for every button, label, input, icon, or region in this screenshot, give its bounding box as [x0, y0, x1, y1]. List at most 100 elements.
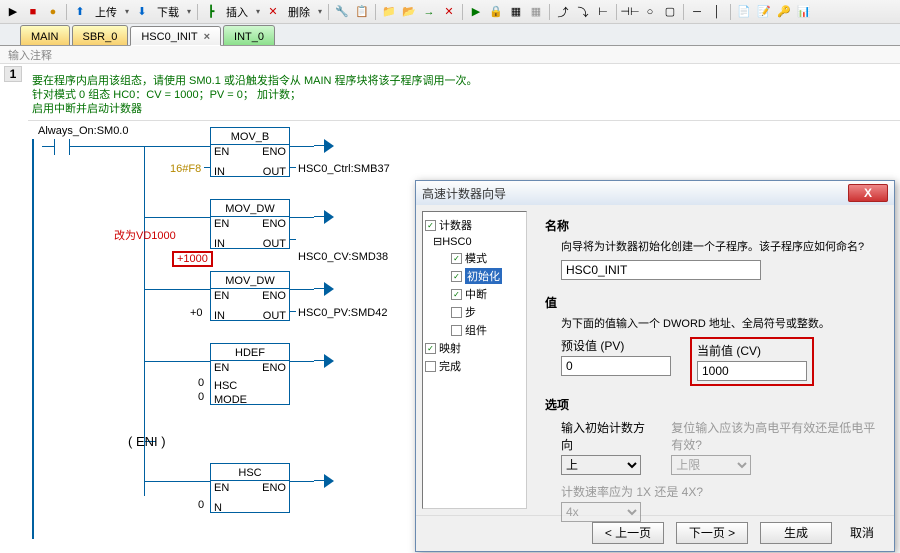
tree-interrupt[interactable]: 中断: [425, 285, 524, 303]
upload-label[interactable]: 上传: [91, 4, 121, 20]
delete-icon[interactable]: ✕: [264, 3, 282, 21]
chip-icon[interactable]: ▦: [507, 3, 525, 21]
delete-dropdown[interactable]: ▾: [316, 4, 324, 20]
folder-icon[interactable]: 📁: [380, 3, 398, 21]
hsc-n-val: 0: [198, 499, 204, 511]
tool-icon-2[interactable]: 📋: [353, 3, 371, 21]
eno-term-5: [314, 474, 328, 488]
eno-term-1: [314, 139, 328, 153]
folder2-icon[interactable]: 📂: [400, 3, 418, 21]
dialog-close-button[interactable]: X: [848, 184, 888, 202]
wizard-tree: 计数器 ⊟ HSC0 模式 初始化 中断 步 组件 映射 完成: [422, 211, 527, 509]
view2-icon[interactable]: 📝: [755, 3, 773, 21]
upload-dropdown[interactable]: ▾: [123, 4, 131, 20]
tree-step[interactable]: 步: [425, 303, 524, 321]
mov-dw2-in-val: +0: [190, 307, 203, 319]
tab-sbr0[interactable]: SBR_0: [72, 25, 129, 45]
chip2-icon[interactable]: ▦: [527, 3, 545, 21]
mov-dw1-out-val: HSC0_CV:SMD38: [298, 251, 388, 263]
reset-label: 复位输入应该为高电平有效还是低电平有效?: [671, 419, 882, 453]
hdef-hsc-val: 0: [198, 377, 204, 389]
options-heading: 选项: [545, 396, 882, 413]
net-down-icon[interactable]: ⤵: [574, 3, 592, 21]
name-desc: 向导将为计数器初始化创建一个子程序。该子程序应如何命名?: [561, 238, 882, 254]
cv-input[interactable]: [697, 361, 807, 381]
reset-select: 上限: [671, 455, 751, 475]
generate-button[interactable]: 生成: [760, 522, 832, 544]
box-icon[interactable]: ▢: [661, 3, 679, 21]
tree-mapping[interactable]: 映射: [425, 339, 524, 357]
mov-b-out-val: HSC0_Ctrl:SMB37: [298, 163, 390, 175]
tab-hsc0-init[interactable]: HSC0_INIT×: [130, 26, 221, 46]
tab-close-icon[interactable]: ×: [204, 31, 210, 43]
eno-term-2: [314, 210, 328, 224]
branch-icon[interactable]: ⊢: [594, 3, 612, 21]
prev-button[interactable]: < 上一页: [592, 522, 664, 544]
hsc-wizard-dialog: 高速计数器向导 X 计数器 ⊟ HSC0 模式 初始化 中断 步 组件 映射 完…: [415, 180, 895, 552]
value-heading: 值: [545, 294, 882, 311]
eno-term-4: [314, 354, 328, 368]
delete-label[interactable]: 删除: [284, 4, 314, 20]
contact-always-on[interactable]: [42, 139, 82, 155]
wizard-form: 名称 向导将为计数器初始化创建一个子程序。该子程序应如何命名? 值 为下面的值输…: [533, 205, 894, 515]
cancel-button[interactable]: 取消: [844, 524, 880, 541]
name-input[interactable]: [561, 260, 761, 280]
wire-h-icon[interactable]: ─: [688, 3, 706, 21]
play-icon[interactable]: ▶: [467, 3, 485, 21]
net-up-icon[interactable]: ⤴: [554, 3, 572, 21]
contact-icon[interactable]: ⊣⊢: [621, 3, 639, 21]
tab-main[interactable]: MAIN: [20, 25, 70, 45]
undo-icon[interactable]: ✕: [440, 3, 458, 21]
mov-dw1-in-val: +1000: [172, 251, 213, 267]
coil-eni[interactable]: ( ENI ): [128, 434, 166, 449]
view3-icon[interactable]: 🔑: [775, 3, 793, 21]
pv-input[interactable]: [561, 356, 671, 376]
tab-int0[interactable]: INT_0: [223, 25, 275, 45]
tree-done[interactable]: 完成: [425, 357, 524, 375]
download-dropdown[interactable]: ▾: [185, 4, 193, 20]
comment-row[interactable]: 输入注释: [0, 46, 900, 64]
box-mov-dw2[interactable]: MOV_DW EN ENO IN OUT: [210, 271, 290, 321]
dir-label: 输入初始计数方向: [561, 419, 647, 453]
box-mov-dw1[interactable]: MOV_DW EN ENO IN OUT: [210, 199, 290, 249]
network-header: 要在程序内启用该组态，请使用 SM0.1 或沿触发指令从 MAIN 程序块将该子…: [28, 70, 900, 121]
dir-select[interactable]: 上: [561, 455, 641, 475]
run-icon[interactable]: ▶: [4, 3, 22, 21]
pv-label: 预设值 (PV): [561, 337, 671, 354]
insert-dropdown[interactable]: ▾: [254, 4, 262, 20]
download-label[interactable]: 下载: [153, 4, 183, 20]
lock-icon[interactable]: 🔒: [487, 3, 505, 21]
value-desc: 为下面的值输入一个 DWORD 地址、全局符号或整数。: [561, 315, 882, 331]
download-icon[interactable]: ⬇: [133, 3, 151, 21]
coil-icon[interactable]: ○: [641, 3, 659, 21]
stop-icon[interactable]: ■: [24, 3, 42, 21]
tree-counter[interactable]: 计数器: [425, 216, 524, 234]
view1-icon[interactable]: 📄: [735, 3, 753, 21]
next-button[interactable]: 下一页 >: [676, 522, 748, 544]
upload-icon[interactable]: ⬆: [71, 3, 89, 21]
contact-label: Always_On:SM0.0: [38, 125, 128, 137]
box-hsc[interactable]: HSC EN ENO N: [210, 463, 290, 513]
tree-hsc0[interactable]: ⊟ HSC0: [425, 234, 524, 249]
box-mov-b[interactable]: MOV_B EN ENO IN OUT: [210, 127, 290, 177]
view4-icon[interactable]: 📊: [795, 3, 813, 21]
insert-icon[interactable]: ┣: [202, 3, 220, 21]
wire-v-icon[interactable]: │: [708, 3, 726, 21]
tree-component[interactable]: 组件: [425, 321, 524, 339]
box-hdef[interactable]: HDEF EN ENO HSC MODE: [210, 343, 290, 405]
insert-label[interactable]: 插入: [222, 4, 252, 20]
cv-label: 当前值 (CV): [697, 342, 807, 359]
mov-dw1-annotation: 改为VD1000: [114, 227, 176, 243]
eno-term-3: [314, 282, 328, 296]
dialog-titlebar[interactable]: 高速计数器向导 X: [416, 181, 894, 205]
mov-dw2-out-val: HSC0_PV:SMD42: [298, 307, 387, 319]
pause-icon[interactable]: ●: [44, 3, 62, 21]
rate-label: 计数速率应为 1X 还是 4X?: [561, 483, 703, 500]
network-number: 1: [4, 66, 22, 82]
goto-icon[interactable]: →: [420, 3, 438, 21]
dialog-title: 高速计数器向导: [422, 185, 506, 202]
tree-mode[interactable]: 模式: [425, 249, 524, 267]
hdef-mode-val: 0: [198, 391, 204, 403]
tree-init[interactable]: 初始化: [425, 267, 524, 285]
tool-icon-1[interactable]: 🔧: [333, 3, 351, 21]
